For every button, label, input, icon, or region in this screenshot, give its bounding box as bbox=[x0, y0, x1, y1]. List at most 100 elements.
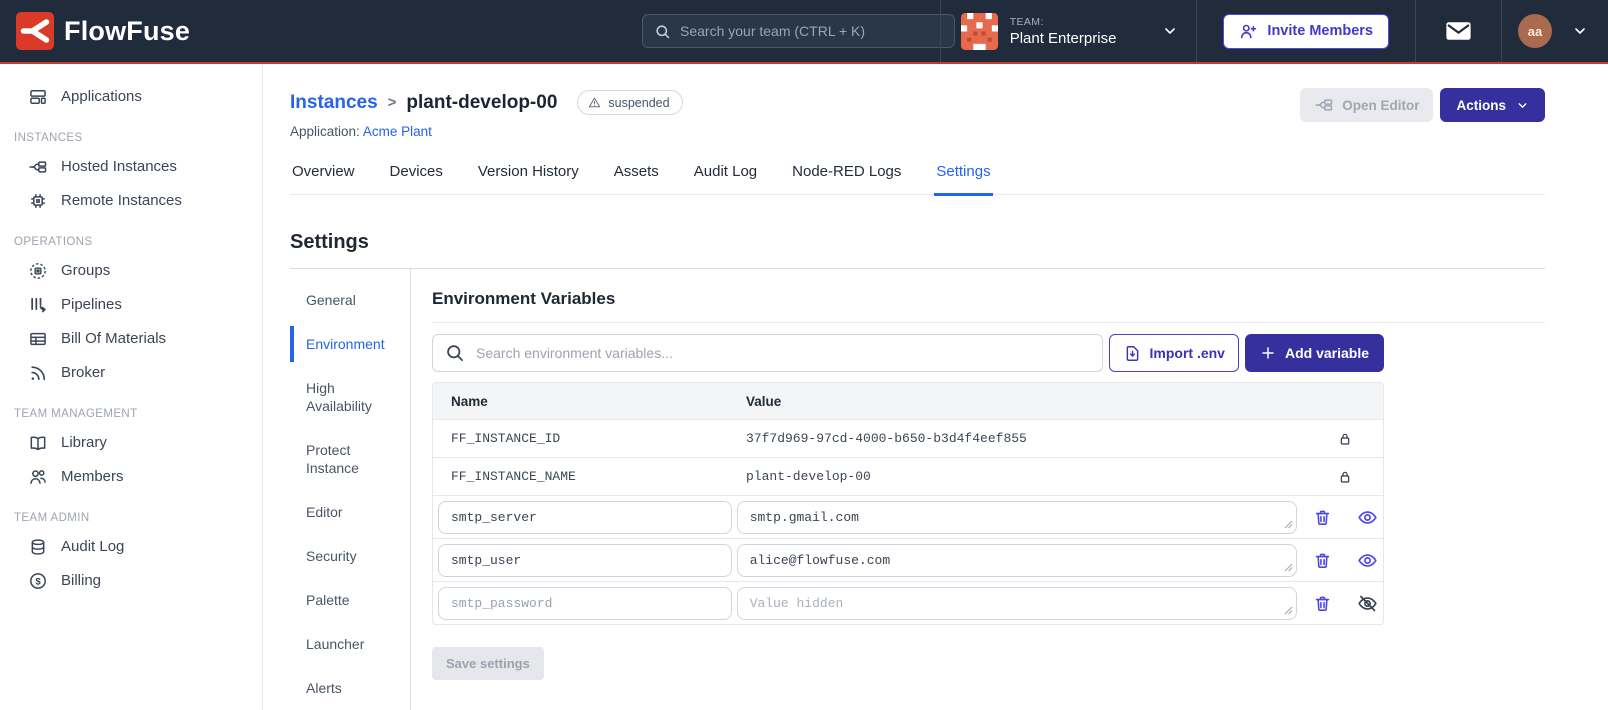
settings-nav-palette[interactable]: Palette bbox=[290, 591, 402, 609]
settings-nav-alerts[interactable]: Alerts bbox=[290, 679, 402, 697]
sidebar: Applications INSTANCES Hosted Instances … bbox=[0, 64, 263, 710]
top-navbar: FlowFuse TEAM: Plant Enterprise bbox=[0, 0, 1608, 64]
eye-off-icon[interactable] bbox=[1357, 593, 1378, 614]
flowfuse-logo[interactable]: FlowFuse bbox=[16, 12, 190, 50]
tab-devices[interactable]: Devices bbox=[388, 163, 445, 196]
settings-nav-launcher[interactable]: Launcher bbox=[290, 635, 402, 653]
settings-nav-high-availability[interactable]: High Availability bbox=[290, 379, 402, 415]
sidebar-item-label: Applications bbox=[61, 88, 142, 105]
audit-log-icon bbox=[28, 537, 48, 557]
tab-node-red-logs[interactable]: Node-RED Logs bbox=[790, 163, 903, 196]
sidebar-item-label: Hosted Instances bbox=[61, 158, 177, 175]
sidebar-item-label: Groups bbox=[61, 262, 111, 279]
settings-nav-environment[interactable]: Environment bbox=[290, 326, 402, 362]
chevron-down-icon[interactable] bbox=[1162, 23, 1178, 39]
lock-icon bbox=[1337, 431, 1353, 447]
team-label: TEAM: bbox=[1009, 15, 1044, 28]
eye-icon[interactable] bbox=[1357, 550, 1378, 571]
broker-icon bbox=[28, 363, 48, 383]
env-var-name-input[interactable] bbox=[438, 586, 732, 620]
save-settings-button[interactable]: Save settings bbox=[432, 647, 544, 680]
remote-instances-icon bbox=[28, 191, 48, 211]
settings-nav-security[interactable]: Security bbox=[290, 547, 402, 565]
sidebar-item-applications[interactable]: Applications bbox=[0, 81, 262, 112]
column-header-value: Value bbox=[746, 393, 782, 409]
sidebar-item-label: Audit Log bbox=[61, 538, 125, 555]
open-editor-button[interactable]: Open Editor bbox=[1300, 88, 1434, 122]
search-icon bbox=[654, 23, 671, 40]
sidebar-item-label: Broker bbox=[61, 364, 106, 381]
members-icon bbox=[28, 467, 48, 487]
sidebar-item-pipelines[interactable]: Pipelines bbox=[0, 289, 262, 320]
sidebar-item-bill-of-materials[interactable]: Bill Of Materials bbox=[0, 323, 262, 354]
document-download-icon bbox=[1123, 344, 1142, 363]
sidebar-item-remote-instances[interactable]: Remote Instances bbox=[0, 185, 262, 216]
add-variable-button[interactable]: Add variable bbox=[1244, 334, 1384, 372]
table-row: FF_INSTANCE_ID 37f7d969-97cd-4000-b650-b… bbox=[433, 419, 1383, 457]
application-link[interactable]: Acme Plant bbox=[363, 124, 432, 139]
sidebar-item-billing[interactable]: $ Billing bbox=[0, 565, 262, 596]
application-line: Application: Acme Plant bbox=[290, 124, 1545, 139]
env-var-value-input[interactable]: alice@flowfuse.com bbox=[736, 543, 1297, 577]
env-var-name-input[interactable] bbox=[438, 543, 732, 577]
env-var-name: FF_INSTANCE_NAME bbox=[451, 469, 576, 484]
user-avatar[interactable]: aa bbox=[1518, 14, 1552, 48]
tab-version-history[interactable]: Version History bbox=[476, 163, 581, 196]
editor-node-icon bbox=[1314, 95, 1334, 115]
sidebar-item-library[interactable]: Library bbox=[0, 427, 262, 458]
environment-variables-heading: Environment Variables bbox=[432, 289, 616, 308]
invite-members-label: Invite Members bbox=[1267, 23, 1373, 39]
table-row: alice@flowfuse.com bbox=[433, 538, 1383, 581]
env-var-value-input[interactable] bbox=[736, 586, 1297, 620]
notifications-button[interactable] bbox=[1416, 0, 1501, 62]
env-search[interactable] bbox=[432, 334, 1103, 372]
settings-nav-editor[interactable]: Editor bbox=[290, 503, 402, 521]
table-row: smtp.gmail.com bbox=[433, 495, 1383, 538]
user-menu[interactable]: aa bbox=[1502, 0, 1608, 62]
divider bbox=[432, 322, 1545, 323]
delete-variable-button[interactable] bbox=[1313, 551, 1332, 570]
column-header-name: Name bbox=[451, 393, 488, 409]
import-env-label: Import .env bbox=[1149, 345, 1225, 361]
pipelines-icon bbox=[28, 295, 48, 315]
status-badge: suspended bbox=[577, 90, 683, 115]
tab-audit-log[interactable]: Audit Log bbox=[692, 163, 759, 196]
tab-overview[interactable]: Overview bbox=[290, 163, 357, 196]
env-var-name-input[interactable] bbox=[438, 500, 732, 534]
eye-icon[interactable] bbox=[1357, 507, 1378, 528]
bill-of-materials-icon bbox=[28, 329, 48, 349]
user-plus-icon bbox=[1239, 22, 1258, 41]
navbar-right: TEAM: Plant Enterprise Invite Members aa bbox=[939, 0, 1608, 62]
sidebar-section-instances: INSTANCES bbox=[14, 132, 83, 144]
hosted-instances-icon bbox=[28, 157, 48, 177]
tab-settings[interactable]: Settings bbox=[934, 163, 993, 196]
sidebar-item-groups[interactable]: Groups bbox=[0, 255, 262, 286]
sidebar-item-members[interactable]: Members bbox=[0, 461, 262, 492]
chevron-down-icon[interactable] bbox=[1572, 23, 1588, 39]
actions-button[interactable]: Actions bbox=[1440, 88, 1545, 122]
team-selector[interactable]: TEAM: Plant Enterprise bbox=[941, 0, 1197, 62]
team-avatar bbox=[960, 12, 998, 50]
tab-assets[interactable]: Assets bbox=[612, 163, 661, 196]
team-search[interactable] bbox=[642, 14, 955, 48]
env-search-input[interactable] bbox=[476, 345, 1090, 361]
settings-heading: Settings bbox=[290, 231, 369, 253]
sidebar-item-label: Library bbox=[61, 434, 107, 451]
sidebar-item-audit-log[interactable]: Audit Log bbox=[0, 531, 262, 562]
delete-variable-button[interactable] bbox=[1313, 508, 1332, 527]
sidebar-item-label: Bill Of Materials bbox=[61, 330, 167, 347]
delete-variable-button[interactable] bbox=[1313, 594, 1332, 613]
breadcrumb-instances-link[interactable]: Instances bbox=[290, 92, 378, 114]
mail-icon bbox=[1445, 20, 1472, 42]
svg-text:$: $ bbox=[35, 576, 41, 587]
import-env-button[interactable]: Import .env bbox=[1108, 334, 1239, 372]
invite-members-button[interactable]: Invite Members bbox=[1223, 13, 1389, 49]
settings-nav-general[interactable]: General bbox=[290, 291, 402, 309]
table-row: FF_INSTANCE_NAME plant-develop-00 bbox=[433, 457, 1383, 495]
applications-icon bbox=[28, 87, 48, 107]
team-search-input[interactable] bbox=[680, 23, 943, 39]
sidebar-item-broker[interactable]: Broker bbox=[0, 357, 262, 388]
env-var-value-input[interactable]: smtp.gmail.com bbox=[736, 500, 1297, 534]
sidebar-item-hosted-instances[interactable]: Hosted Instances bbox=[0, 151, 262, 182]
settings-nav-protect-instance[interactable]: Protect Instance bbox=[290, 441, 402, 477]
